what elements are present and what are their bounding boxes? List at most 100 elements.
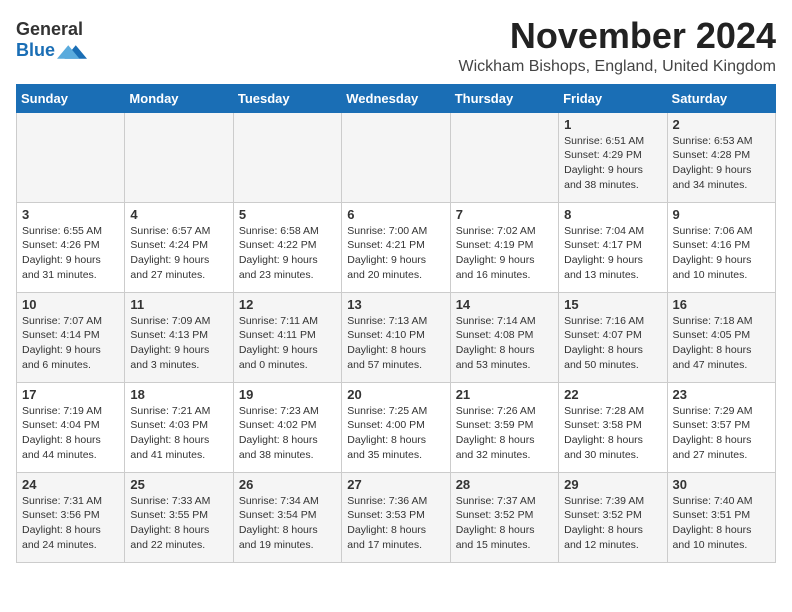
day-info: Sunrise: 7:28 AM Sunset: 3:58 PM Dayligh… (564, 404, 661, 463)
header-day-sunday: Sunday (17, 84, 125, 112)
calendar-cell: 8 Sunrise: 7:04 AM Sunset: 4:17 PM Daylig… (559, 202, 667, 292)
day-info: Sunrise: 7:14 AM Sunset: 4:08 PM Dayligh… (456, 314, 553, 373)
day-info: Sunrise: 7:25 AM Sunset: 4:00 PM Dayligh… (347, 404, 444, 463)
calendar-cell (125, 112, 233, 202)
day-number: 14 (456, 297, 553, 312)
calendar-cell: 17 Sunrise: 7:19 AM Sunset: 4:04 PM Dayli… (17, 382, 125, 472)
day-info: Sunrise: 7:34 AM Sunset: 3:54 PM Dayligh… (239, 494, 336, 553)
header-day-wednesday: Wednesday (342, 84, 450, 112)
logo-general: General (16, 20, 87, 40)
day-info: Sunrise: 7:09 AM Sunset: 4:13 PM Dayligh… (130, 314, 227, 373)
day-number: 5 (239, 207, 336, 222)
day-number: 29 (564, 477, 661, 492)
calendar-cell: 2Sunrise: 6:53 AM Sunset: 4:28 PM Daylig… (667, 112, 775, 202)
calendar-table: SundayMondayTuesdayWednesdayThursdayFrid… (16, 84, 776, 563)
logo: General Blue (16, 20, 87, 62)
location-title: Wickham Bishops, England, United Kingdom (459, 58, 777, 76)
calendar-cell (342, 112, 450, 202)
day-info: Sunrise: 7:07 AM Sunset: 4:14 PM Dayligh… (22, 314, 119, 373)
day-number: 9 (673, 207, 770, 222)
day-info: Sunrise: 6:55 AM Sunset: 4:26 PM Dayligh… (22, 224, 119, 283)
calendar-cell (233, 112, 341, 202)
calendar-cell: 7Sunrise: 7:02 AM Sunset: 4:19 PM Daylig… (450, 202, 558, 292)
calendar-cell: 21 Sunrise: 7:26 AM Sunset: 3:59 PM Dayli… (450, 382, 558, 472)
day-number: 20 (347, 387, 444, 402)
calendar-cell: 25 Sunrise: 7:33 AM Sunset: 3:55 PM Dayli… (125, 472, 233, 562)
week-row-4: 24 Sunrise: 7:31 AM Sunset: 3:56 PM Dayli… (17, 472, 776, 562)
day-number: 22 (564, 387, 661, 402)
day-number: 17 (22, 387, 119, 402)
day-info: Sunrise: 7:21 AM Sunset: 4:03 PM Dayligh… (130, 404, 227, 463)
calendar-cell: 13 Sunrise: 7:13 AM Sunset: 4:10 PM Dayli… (342, 292, 450, 382)
week-row-1: 3 Sunrise: 6:55 AM Sunset: 4:26 PM Daylig… (17, 202, 776, 292)
day-info: Sunrise: 7:19 AM Sunset: 4:04 PM Dayligh… (22, 404, 119, 463)
day-info: Sunrise: 7:00 AM Sunset: 4:21 PM Dayligh… (347, 224, 444, 283)
calendar-cell: 19 Sunrise: 7:23 AM Sunset: 4:02 PM Dayli… (233, 382, 341, 472)
calendar-cell: 18Sunrise: 7:21 AM Sunset: 4:03 PM Dayli… (125, 382, 233, 472)
day-number: 21 (456, 387, 553, 402)
calendar-body: 1 Sunrise: 6:51 AM Sunset: 4:29 PM Daylig… (17, 112, 776, 562)
day-number: 6 (347, 207, 444, 222)
calendar-cell: 30Sunrise: 7:40 AM Sunset: 3:51 PM Dayli… (667, 472, 775, 562)
calendar-cell: 14 Sunrise: 7:14 AM Sunset: 4:08 PM Dayli… (450, 292, 558, 382)
header-day-saturday: Saturday (667, 84, 775, 112)
calendar-cell: 28Sunrise: 7:37 AM Sunset: 3:52 PM Dayli… (450, 472, 558, 562)
day-info: Sunrise: 7:31 AM Sunset: 3:56 PM Dayligh… (22, 494, 119, 553)
calendar-cell: 16Sunrise: 7:18 AM Sunset: 4:05 PM Dayli… (667, 292, 775, 382)
day-info: Sunrise: 7:37 AM Sunset: 3:52 PM Dayligh… (456, 494, 553, 553)
header-day-tuesday: Tuesday (233, 84, 341, 112)
day-number: 23 (673, 387, 770, 402)
day-number: 10 (22, 297, 119, 312)
calendar-cell: 29 Sunrise: 7:39 AM Sunset: 3:52 PM Dayli… (559, 472, 667, 562)
week-row-0: 1 Sunrise: 6:51 AM Sunset: 4:29 PM Daylig… (17, 112, 776, 202)
day-info: Sunrise: 7:11 AM Sunset: 4:11 PM Dayligh… (239, 314, 336, 373)
day-info: Sunrise: 7:13 AM Sunset: 4:10 PM Dayligh… (347, 314, 444, 373)
header-day-monday: Monday (125, 84, 233, 112)
day-info: Sunrise: 7:16 AM Sunset: 4:07 PM Dayligh… (564, 314, 661, 373)
calendar-cell: 22 Sunrise: 7:28 AM Sunset: 3:58 PM Dayli… (559, 382, 667, 472)
calendar-cell: 1 Sunrise: 6:51 AM Sunset: 4:29 PM Daylig… (559, 112, 667, 202)
day-info: Sunrise: 7:29 AM Sunset: 3:57 PM Dayligh… (673, 404, 770, 463)
calendar-cell (450, 112, 558, 202)
week-row-3: 17 Sunrise: 7:19 AM Sunset: 4:04 PM Dayli… (17, 382, 776, 472)
week-row-2: 10 Sunrise: 7:07 AM Sunset: 4:14 PM Dayli… (17, 292, 776, 382)
header: General Blue November 2024 Wickham Bisho… (16, 16, 776, 76)
day-number: 1 (564, 117, 661, 132)
header-day-friday: Friday (559, 84, 667, 112)
day-info: Sunrise: 6:51 AM Sunset: 4:29 PM Dayligh… (564, 134, 661, 193)
header-day-thursday: Thursday (450, 84, 558, 112)
day-number: 27 (347, 477, 444, 492)
calendar-cell: 10 Sunrise: 7:07 AM Sunset: 4:14 PM Dayli… (17, 292, 125, 382)
day-number: 13 (347, 297, 444, 312)
calendar-header: SundayMondayTuesdayWednesdayThursdayFrid… (17, 84, 776, 112)
calendar-cell: 3 Sunrise: 6:55 AM Sunset: 4:26 PM Daylig… (17, 202, 125, 292)
day-info: Sunrise: 7:04 AM Sunset: 4:17 PM Dayligh… (564, 224, 661, 283)
day-info: Sunrise: 7:06 AM Sunset: 4:16 PM Dayligh… (673, 224, 770, 283)
day-number: 30 (673, 477, 770, 492)
month-title: November 2024 (459, 16, 777, 56)
day-number: 3 (22, 207, 119, 222)
day-number: 8 (564, 207, 661, 222)
day-info: Sunrise: 7:39 AM Sunset: 3:52 PM Dayligh… (564, 494, 661, 553)
day-info: Sunrise: 6:58 AM Sunset: 4:22 PM Dayligh… (239, 224, 336, 283)
logo-blue: Blue (16, 41, 55, 61)
calendar-cell: 12Sunrise: 7:11 AM Sunset: 4:11 PM Dayli… (233, 292, 341, 382)
logo-icon (57, 42, 87, 62)
day-info: Sunrise: 7:23 AM Sunset: 4:02 PM Dayligh… (239, 404, 336, 463)
day-info: Sunrise: 7:26 AM Sunset: 3:59 PM Dayligh… (456, 404, 553, 463)
calendar-cell: 26Sunrise: 7:34 AM Sunset: 3:54 PM Dayli… (233, 472, 341, 562)
calendar-cell: 11 Sunrise: 7:09 AM Sunset: 4:13 PM Dayli… (125, 292, 233, 382)
day-number: 24 (22, 477, 119, 492)
calendar-cell: 15Sunrise: 7:16 AM Sunset: 4:07 PM Dayli… (559, 292, 667, 382)
calendar-cell: 4Sunrise: 6:57 AM Sunset: 4:24 PM Daylig… (125, 202, 233, 292)
day-info: Sunrise: 7:18 AM Sunset: 4:05 PM Dayligh… (673, 314, 770, 373)
day-number: 11 (130, 297, 227, 312)
day-info: Sunrise: 7:36 AM Sunset: 3:53 PM Dayligh… (347, 494, 444, 553)
calendar-cell: 27 Sunrise: 7:36 AM Sunset: 3:53 PM Dayli… (342, 472, 450, 562)
day-number: 19 (239, 387, 336, 402)
day-number: 25 (130, 477, 227, 492)
day-info: Sunrise: 7:33 AM Sunset: 3:55 PM Dayligh… (130, 494, 227, 553)
day-number: 4 (130, 207, 227, 222)
calendar-cell (17, 112, 125, 202)
header-row: SundayMondayTuesdayWednesdayThursdayFrid… (17, 84, 776, 112)
